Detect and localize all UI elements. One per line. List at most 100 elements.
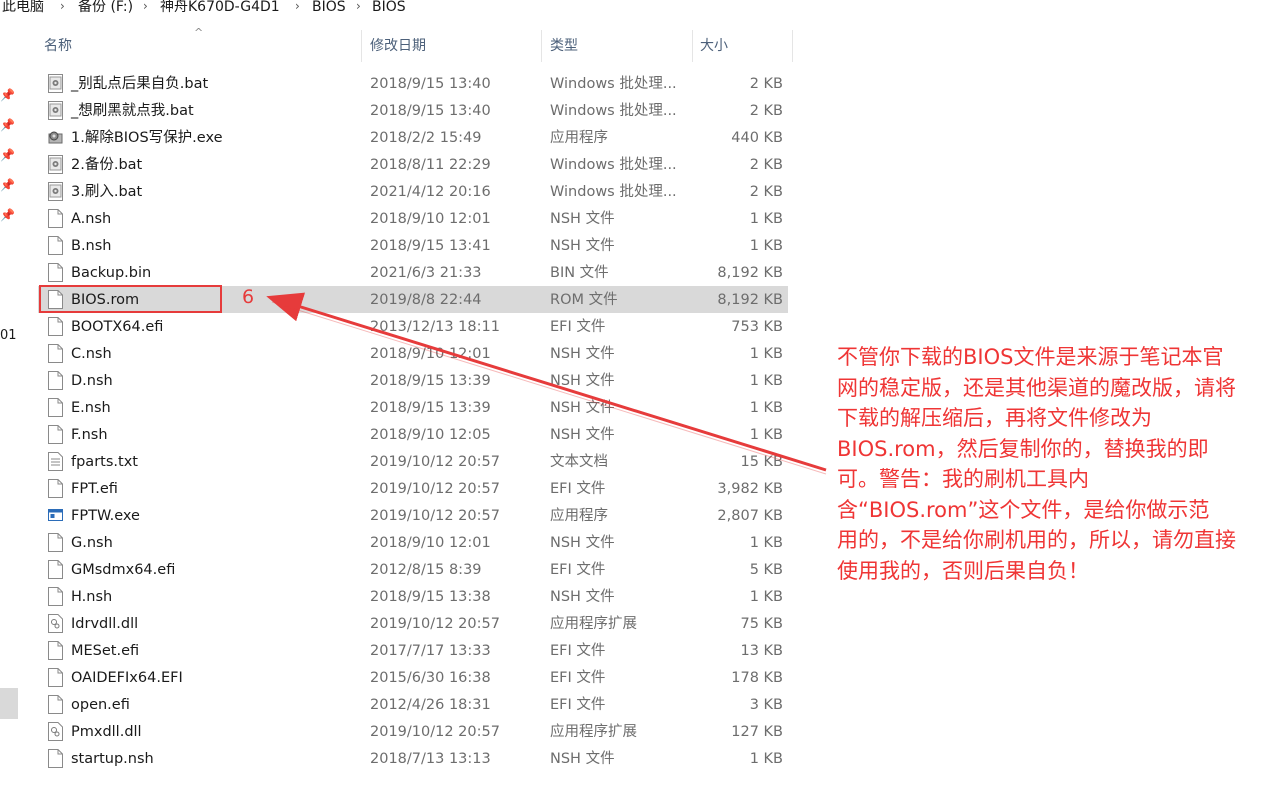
dll-file-icon (48, 722, 63, 741)
file-name: A.nsh (71, 211, 112, 227)
file-name: C.nsh (71, 346, 112, 362)
file-icon (48, 209, 63, 228)
batch-file-icon (48, 101, 63, 120)
file-name: Backup.bin (71, 265, 152, 281)
column-divider[interactable] (541, 30, 542, 62)
navigation-selected-item[interactable] (0, 688, 18, 719)
file-row[interactable]: G.nsh 2018/9/10 12:01 NSH 文件 1 KB (38, 529, 788, 556)
file-row[interactable]: OAIDEFIx64.EFI 2015/6/30 16:38 EFI 文件 178 K… (38, 664, 788, 691)
file-size: 1 KB (749, 373, 783, 389)
breadcrumb-separator-icon: › (60, 0, 65, 13)
pin-icon[interactable]: 📌 (0, 148, 15, 162)
navigation-pane: 📌 📌 📌 📌 📌 (0, 16, 20, 793)
breadcrumb: 此电脑 › 备份 (F:) › 神舟K670D-G4D1 › BIOS › BI… (0, 0, 1284, 16)
breadcrumb-this-pc[interactable]: 此电脑 (2, 0, 44, 14)
file-type: 应用程序 (550, 508, 608, 524)
column-divider[interactable] (792, 30, 793, 62)
file-date: 2018/9/15 13:41 (370, 238, 491, 254)
file-row[interactable]: open.efi 2012/4/26 18:31 EFI 文件 3 KB (38, 691, 788, 718)
file-name: Pmxdll.dll (71, 724, 142, 740)
column-header: 名称 ^ 修改日期 类型 大小 (20, 26, 793, 62)
file-size: 8,192 KB (717, 265, 783, 281)
highlight-box (39, 285, 222, 313)
file-row[interactable]: startup.nsh 2018/7/13 13:13 NSH 文件 1 KB (38, 745, 788, 772)
file-date: 2019/10/12 20:57 (370, 508, 500, 524)
file-row[interactable]: fparts.txt 2019/10/12 20:57 文本文档 15 KB (38, 448, 788, 475)
file-row[interactable]: _别乱点后果自负.bat 2018/9/15 13:40 Windows 批处理..… (38, 70, 788, 97)
file-date: 2019/10/12 20:57 (370, 724, 500, 740)
file-row[interactable]: BOOTX64.efi 2013/12/13 18:11 EFI 文件 753 KB (38, 313, 788, 340)
file-date: 2012/4/26 18:31 (370, 697, 491, 713)
file-type: EFI 文件 (550, 670, 606, 686)
breadcrumb-folder-bios[interactable]: BIOS (312, 0, 346, 14)
file-row[interactable]: 3.刷入.bat 2021/4/12 20:16 Windows 批处理... 2 K… (38, 178, 788, 205)
file-date: 2018/2/2 15:49 (370, 130, 482, 146)
file-row[interactable]: B.nsh 2018/9/15 13:41 NSH 文件 1 KB (38, 232, 788, 259)
file-name: 1.解除BIOS写保护.exe (71, 130, 223, 146)
file-row[interactable]: FPT.efi 2019/10/12 20:57 EFI 文件 3,982 KB (38, 475, 788, 502)
file-row[interactable]: Pmxdll.dll 2019/10/12 20:57 应用程序扩展 127 KB (38, 718, 788, 745)
file-row[interactable]: F.nsh 2018/9/10 12:05 NSH 文件 1 KB (38, 421, 788, 448)
file-row[interactable]: MESet.efi 2017/7/17 13:33 EFI 文件 13 KB (38, 637, 788, 664)
file-date: 2021/6/3 21:33 (370, 265, 482, 281)
file-date: 2018/9/10 12:01 (370, 211, 491, 227)
file-size: 15 KB (740, 454, 783, 470)
column-header-type[interactable]: 类型 (550, 30, 578, 62)
column-divider[interactable] (361, 30, 362, 62)
file-type: NSH 文件 (550, 589, 615, 605)
application-window-icon (48, 506, 63, 525)
file-row[interactable]: H.nsh 2018/9/15 13:38 NSH 文件 1 KB (38, 583, 788, 610)
pin-icon[interactable]: 📌 (0, 118, 15, 132)
column-header-date[interactable]: 修改日期 (370, 30, 426, 62)
file-date: 2018/7/13 13:13 (370, 751, 491, 767)
file-icon (48, 317, 63, 336)
file-date: 2018/9/15 13:39 (370, 400, 491, 416)
pin-icon[interactable]: 📌 (0, 208, 15, 222)
column-header-name[interactable]: 名称 (44, 30, 72, 62)
breadcrumb-separator-icon: › (295, 0, 300, 13)
file-icon (48, 425, 63, 444)
file-row[interactable]: GMsdmx64.efi 2012/8/15 8:39 EFI 文件 5 KB (38, 556, 788, 583)
file-type: NSH 文件 (550, 346, 615, 362)
batch-file-icon (48, 155, 63, 174)
file-date: 2017/7/17 13:33 (370, 643, 491, 659)
breadcrumb-folder-model[interactable]: 神舟K670D-G4D1 (160, 0, 280, 14)
pin-icon[interactable]: 📌 (0, 178, 15, 192)
file-row[interactable]: C.nsh 2018/9/10 12:01 NSH 文件 1 KB (38, 340, 788, 367)
file-name: BOOTX64.efi (71, 319, 164, 335)
column-header-size[interactable]: 大小 (700, 30, 728, 62)
file-type: Windows 批处理... (550, 184, 677, 200)
batch-file-icon (48, 182, 63, 201)
file-icon (48, 668, 63, 687)
file-size: 1 KB (749, 427, 783, 443)
file-row[interactable]: 1.解除BIOS写保护.exe 2018/2/2 15:49 应用程序 440 KB (38, 124, 788, 151)
file-row[interactable]: D.nsh 2018/9/15 13:39 NSH 文件 1 KB (38, 367, 788, 394)
file-row[interactable]: FPTW.exe 2019/10/12 20:57 应用程序 2,807 KB (38, 502, 788, 529)
file-size: 1 KB (749, 238, 783, 254)
file-row[interactable]: 2.备份.bat 2018/8/11 22:29 Windows 批处理... 2 K… (38, 151, 788, 178)
file-row[interactable]: A.nsh 2018/9/10 12:01 NSH 文件 1 KB (38, 205, 788, 232)
file-row[interactable]: _想刷黑就点我.bat 2018/9/15 13:40 Windows 批处理...… (38, 97, 788, 124)
file-name: B.nsh (71, 238, 112, 254)
file-date: 2019/8/8 22:44 (370, 292, 482, 308)
navigation-item-label[interactable]: 01 (0, 328, 17, 343)
file-row[interactable]: Idrvdll.dll 2019/10/12 20:57 应用程序扩展 75 KB (38, 610, 788, 637)
file-date: 2019/10/12 20:57 (370, 454, 500, 470)
file-row[interactable]: Backup.bin 2021/6/3 21:33 BIN 文件 8,192 KB (38, 259, 788, 286)
file-type: 应用程序扩展 (550, 724, 637, 740)
file-name: open.efi (71, 697, 130, 713)
file-date: 2021/4/12 20:16 (370, 184, 491, 200)
sort-ascending-icon: ^ (194, 26, 204, 39)
breadcrumb-drive[interactable]: 备份 (F:) (78, 0, 133, 14)
file-date: 2018/9/15 13:39 (370, 373, 491, 389)
file-row[interactable]: E.nsh 2018/9/15 13:39 NSH 文件 1 KB (38, 394, 788, 421)
file-icon (48, 695, 63, 714)
file-type: BIN 文件 (550, 265, 609, 281)
file-size: 1 KB (749, 751, 783, 767)
file-icon (48, 236, 63, 255)
column-divider[interactable] (692, 30, 693, 62)
breadcrumb-folder-bios-current[interactable]: BIOS (372, 0, 406, 14)
pin-icon[interactable]: 📌 (0, 88, 15, 102)
file-size: 2,807 KB (717, 508, 783, 524)
file-size: 753 KB (731, 319, 783, 335)
